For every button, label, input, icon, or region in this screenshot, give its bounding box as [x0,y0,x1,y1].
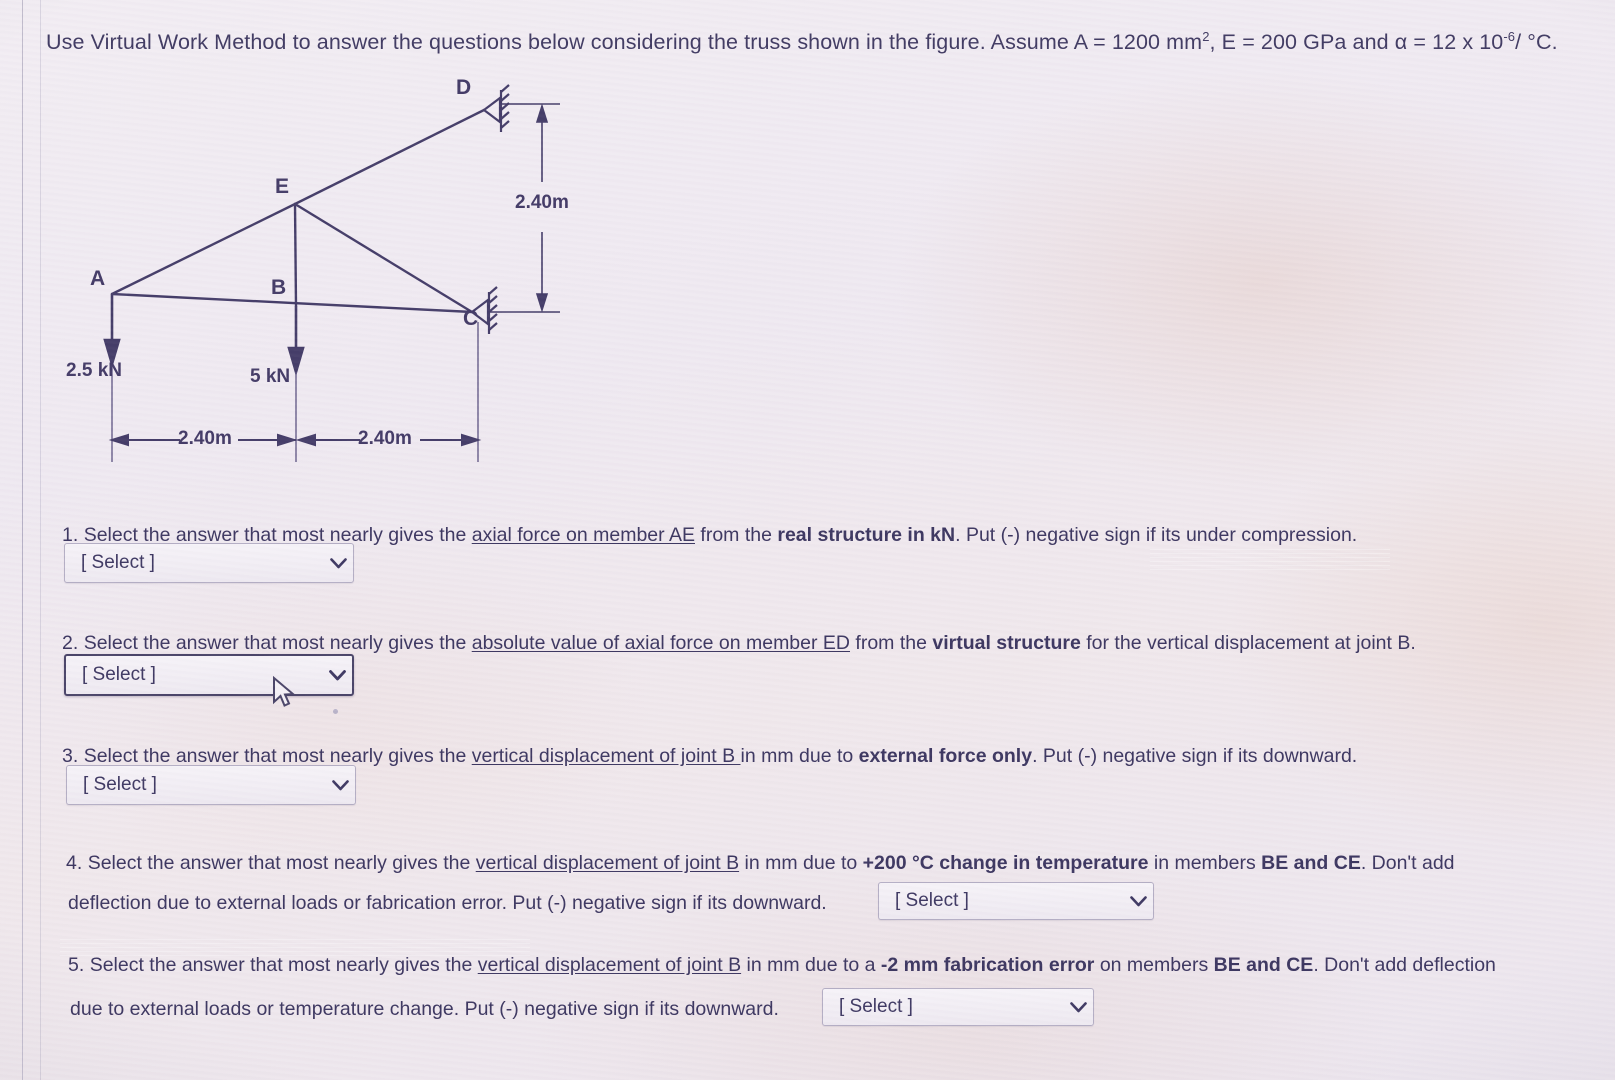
prompt-text-1: Use Virtual Work Method to answer the qu… [46,30,1203,55]
load-arrow-B [287,306,305,377]
load-label-B: 5 kN [250,366,291,387]
question-text-fragment-3: real structure in kN [777,524,956,546]
question-4-select-value: [ Select ] [895,890,969,911]
question-text-fragment-4: . Put (-) negative sign if its downward. [1032,745,1358,767]
member-ED [293,108,486,206]
joint-label-C: C [463,307,479,330]
joint-label-A: A [90,267,106,290]
question-5-text: 5. Select the answer that most nearly gi… [68,952,1568,979]
chevron-down-icon [323,557,353,569]
question-text-fragment-4: for the vertical displacement at joint B… [1080,632,1416,654]
question-4-text-line2: deflection due to external loads or fabr… [68,890,898,917]
question-text-fragment-0: deflection due to external loads or fabr… [68,892,827,914]
question-2-text: 2. Select the answer that most nearly gi… [62,630,1542,657]
truss-svg [103,84,560,462]
load-arrow-A [103,294,121,369]
question-text-fragment-1: absolute value of axial force on member … [471,632,850,654]
question-text-fragment-0: due to external loads or temperature cha… [70,998,779,1020]
question-text-fragment-3: +200 °C change in temperature [862,852,1149,874]
support-D-triangle [482,95,502,125]
question-text-fragment-4: on members [1094,954,1214,976]
joint-label-D: D [456,76,472,99]
member-AE [110,202,297,296]
question-text-fragment-2: in mm due to a [741,954,881,976]
alpha-exponent: -6 [1503,29,1516,44]
truss-diagram: D E A B C 2.5 kN 5 kN 2.40m 2.40m 2.40m [60,72,620,472]
chevron-down-icon [1123,895,1153,907]
question-text-fragment-3: virtual structure [932,632,1081,654]
question-text-fragment-5: BE and CE [1261,852,1361,874]
question-text-fragment-0: Select the answer that most nearly gives… [83,745,472,767]
question-number: 5. [68,954,90,976]
chevron-down-icon [1063,1001,1093,1013]
question-text-fragment-1: vertical displacement of joint B [471,745,741,767]
question-text-fragment-2: in mm due to [739,852,863,874]
joint-label-E: E [275,175,290,198]
support-D [482,84,510,132]
question-text-fragment-0: Select the answer that most nearly gives… [87,852,476,874]
screen-scanline-artifact [1150,548,1390,570]
question-text-fragment-3: external force only [858,745,1033,767]
question-4-text: 4. Select the answer that most nearly gi… [66,850,1556,877]
question-text-fragment-6: . Don't add [1360,852,1455,874]
joint-label-B: B [271,276,287,299]
question-text-fragment-4: . Put (-) negative sign if its under com… [955,524,1358,546]
chevron-down-icon [325,779,355,791]
dimension-label-left-span: 2.40m [178,428,232,449]
question-text-fragment-2: from the [695,524,778,546]
dimension-line-horizontal [108,433,482,447]
member-EB [293,202,298,308]
mouse-cursor [272,675,298,715]
question-text-fragment-0: Select the answer that most nearly gives… [83,632,472,654]
page-title: Use Virtual Work Method to answer the qu… [46,22,1586,57]
question-text-fragment-3: -2 mm fabrication error [880,954,1095,976]
question-4-select[interactable]: [ Select ] [878,882,1154,920]
question-text-fragment-1: vertical displacement of joint B [477,954,742,976]
question-number: 3. [62,745,84,767]
question-3-select[interactable]: [ Select ] [66,765,356,805]
area-exponent: 2 [1202,29,1210,44]
question-text-fragment-1: vertical displacement of joint B [475,852,740,874]
question-text-fragment-2: in mm due to [740,745,859,767]
cursor-trail-dot [333,709,338,714]
chevron-down-icon [322,669,352,681]
question-5-select[interactable]: [ Select ] [822,988,1094,1026]
question-1-select-value: [ Select ] [81,552,155,573]
question-number: 2. [62,632,84,654]
question-3-select-value: [ Select ] [83,774,157,795]
member-EC [293,202,474,314]
member-AC [110,292,474,314]
dimension-label-height: 2.40m [515,192,569,213]
question-1-select[interactable]: [ Select ] [64,543,354,583]
load-label-A: 2.5 kN [66,360,122,381]
prompt-text-2: , E = 200 GPa and α = 12 x 10 [1209,30,1504,55]
prompt-text-3: / °C. [1515,30,1558,55]
question-2-select[interactable]: [ Select ] [64,654,354,696]
question-5-text-line2: due to external loads or temperature cha… [70,996,830,1023]
question-text-fragment-2: from the [850,632,933,654]
question-text-fragment-0: Select the answer that most nearly gives… [89,954,478,976]
question-page: Use Virtual Work Method to answer the qu… [0,0,1615,1080]
question-text-fragment-4: in members [1148,852,1262,874]
question-number: 4. [66,852,88,874]
question-text-fragment-5: BE and CE [1213,954,1314,976]
question-text-fragment-6: . Don't add deflection [1313,954,1496,976]
dimension-label-right-span: 2.40m [358,428,412,449]
question-5-select-value: [ Select ] [839,996,913,1017]
question-text-fragment-1: axial force on member AE [471,524,695,546]
